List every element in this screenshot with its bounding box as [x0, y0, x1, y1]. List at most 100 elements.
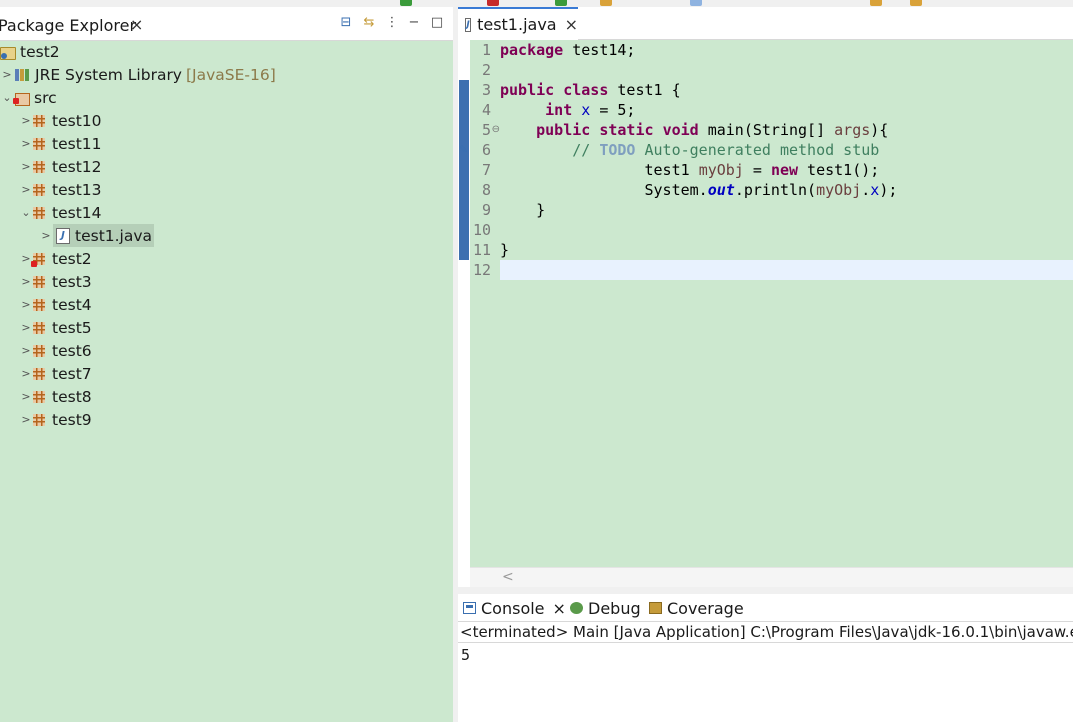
main-toolbar — [0, 0, 1073, 7]
chevron-right-icon[interactable]: > — [19, 183, 33, 196]
java-file-icon: J — [56, 227, 70, 244]
code-line[interactable]: public class test1 { — [500, 80, 681, 100]
line-number: 7 — [481, 161, 491, 179]
minimize-icon[interactable]: − — [406, 15, 422, 31]
tree-item-label: test12 — [52, 157, 102, 176]
tree-item-label: test13 — [52, 180, 102, 199]
chevron-right-icon[interactable]: > — [19, 344, 33, 357]
tree-item-package[interactable]: > test4 — [19, 293, 91, 316]
selected-file[interactable]: J test1.java — [53, 224, 155, 247]
package-icon — [33, 390, 45, 403]
tree-item-java-file[interactable]: > J test1.java — [39, 224, 155, 247]
toolbar-icon[interactable] — [690, 0, 702, 6]
tree-item-package[interactable]: > test6 — [19, 339, 92, 362]
tree-item-package[interactable]: > test5 — [19, 316, 91, 339]
toolbar-icon[interactable] — [487, 0, 499, 6]
tree-item-package[interactable]: > test8 — [19, 385, 92, 408]
code-line[interactable]: int x = 5; — [500, 100, 635, 120]
debug-icon — [570, 602, 583, 614]
tree-item-jre-library[interactable]: > JRE System Library [JavaSE-16] — [0, 63, 275, 86]
code-line[interactable]: test1 myObj = new test1(); — [500, 160, 879, 180]
line-number: 9 — [481, 201, 491, 219]
package-error-icon — [31, 252, 45, 267]
fold-icon[interactable]: ⊖ — [492, 124, 500, 135]
line-number: 3 — [481, 81, 491, 99]
code-editor[interactable]: ✎ 1 2 3 4 5 ⊖ 6 7 8 9 10 11 12 package t… — [458, 40, 1073, 567]
collapse-all-icon[interactable]: ⊟ — [338, 15, 354, 31]
coverage-icon — [649, 602, 662, 614]
tree-item-package[interactable]: > test13 — [19, 178, 102, 201]
package-explorer-view: Package Explorer × ⊟ ⇆ ⋮ − □ test2 > JRE… — [0, 7, 453, 722]
code-line[interactable]: public static void main(String[] args){ — [500, 120, 888, 140]
chevron-right-icon[interactable]: > — [19, 160, 33, 173]
tab-label: Coverage — [667, 598, 744, 618]
chevron-right-icon[interactable]: > — [0, 68, 14, 81]
tree-item-package[interactable]: > test3 — [19, 270, 92, 293]
maximize-icon[interactable]: □ — [429, 15, 445, 31]
tree-item-package[interactable]: > test11 — [19, 132, 101, 155]
editor-tab-test1[interactable]: J test1.java × — [458, 7, 578, 40]
chevron-right-icon[interactable]: > — [19, 390, 33, 403]
tree-item-project[interactable]: test2 — [0, 40, 60, 63]
tab-console[interactable]: Console × — [463, 594, 566, 622]
chevron-right-icon[interactable]: > — [39, 229, 53, 242]
toolbar-icon[interactable] — [870, 0, 882, 6]
chevron-right-icon[interactable]: > — [19, 275, 33, 288]
line-number: 8 — [481, 181, 491, 199]
code-line[interactable]: // TODO Auto-generated method stub — [500, 140, 879, 160]
tree-item-label: test9 — [52, 410, 92, 429]
tab-debug[interactable]: Debug — [570, 594, 641, 622]
line-number: 6 — [481, 141, 491, 159]
tab-coverage[interactable]: Coverage — [649, 594, 744, 622]
tree-item-label: test14 — [52, 203, 102, 222]
scroll-left-icon[interactable]: < — [502, 569, 514, 585]
toolbar-icon[interactable] — [910, 0, 922, 6]
toolbar-icon[interactable] — [555, 0, 567, 6]
chevron-right-icon[interactable]: > — [19, 137, 33, 150]
quick-fix-icon[interactable]: ✎ — [459, 143, 468, 156]
view-menu-icon[interactable]: ⋮ — [384, 15, 400, 31]
package-explorer-tab[interactable]: Package Explorer — [0, 16, 136, 35]
package-icon — [33, 275, 45, 288]
toolbar-icon[interactable] — [400, 0, 412, 6]
tree-item-package[interactable]: > test9 — [19, 408, 92, 431]
package-icon — [33, 114, 45, 127]
package-icon — [33, 160, 45, 173]
console-tab-bar: Console × Debug Coverage — [458, 594, 1073, 622]
chevron-right-icon[interactable]: > — [19, 321, 33, 334]
tree-item-label: test6 — [52, 341, 92, 360]
tree-item-package[interactable]: > test7 — [19, 362, 91, 385]
tree-item-label: test8 — [52, 387, 92, 406]
tree-item-package[interactable]: ⌄ test14 — [19, 201, 102, 224]
line-number: 5 — [481, 121, 491, 139]
code-line[interactable]: package test14; — [500, 40, 635, 60]
tree-item-package[interactable]: > test12 — [19, 155, 102, 178]
line-number: 2 — [481, 61, 491, 79]
tree-item-label: test3 — [52, 272, 92, 291]
chevron-right-icon[interactable]: > — [19, 298, 33, 311]
link-with-editor-icon[interactable]: ⇆ — [361, 15, 377, 31]
tree-item-package[interactable]: > test2 — [19, 247, 91, 270]
line-number: 12 — [472, 261, 491, 279]
tree-item-package[interactable]: > test10 — [19, 109, 101, 132]
chevron-right-icon[interactable]: > — [19, 367, 33, 380]
tab-label: Debug — [588, 598, 641, 618]
code-text-area[interactable]: package test14; public class test1 { int … — [500, 40, 1073, 567]
chevron-right-icon[interactable]: > — [19, 413, 33, 426]
chevron-right-icon[interactable]: > — [19, 114, 33, 127]
console-output[interactable]: 5 — [458, 643, 1073, 722]
chevron-down-icon[interactable]: ⌄ — [0, 91, 14, 104]
close-icon[interactable]: × — [553, 599, 566, 618]
tree-item-label: test1.java — [75, 226, 153, 245]
toolbar-icon[interactable] — [600, 0, 612, 6]
chevron-down-icon[interactable]: ⌄ — [19, 206, 33, 219]
close-icon[interactable]: × — [565, 15, 578, 34]
code-line[interactable]: System.out.println(myObj.x); — [500, 180, 897, 200]
code-line[interactable]: } — [500, 200, 545, 220]
library-icon — [14, 68, 30, 82]
line-number: 11 — [472, 241, 491, 259]
code-line[interactable]: } — [500, 240, 509, 260]
horizontal-scrollbar[interactable]: < — [470, 567, 1073, 587]
tree-item-src[interactable]: ⌄ src — [0, 86, 56, 109]
close-icon[interactable]: × — [130, 15, 143, 34]
